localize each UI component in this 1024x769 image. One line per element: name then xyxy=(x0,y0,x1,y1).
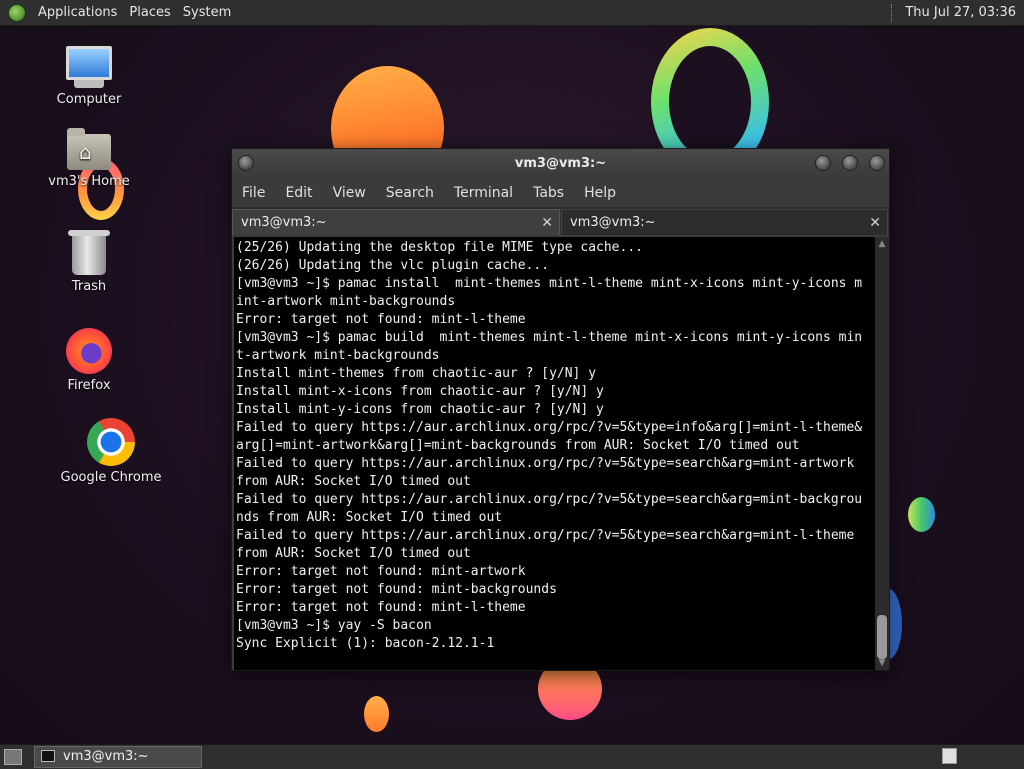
clock[interactable]: Thu Jul 27, 03:36 xyxy=(905,5,1024,20)
menu-terminal[interactable]: Terminal xyxy=(444,185,523,201)
terminal-icon xyxy=(41,750,55,762)
scroll-up-icon[interactable]: ▲ xyxy=(875,237,889,251)
menu-logo-icon[interactable] xyxy=(8,3,26,22)
terminal-line: int-artwork mint-backgrounds xyxy=(236,294,456,309)
taskbar-item-label: vm3@vm3:~ xyxy=(63,749,149,764)
menu-tabs[interactable]: Tabs xyxy=(523,185,574,201)
system-menu[interactable]: System xyxy=(177,0,237,25)
terminal-output[interactable]: (25/26) Updating the desktop file MIME t… xyxy=(234,237,875,670)
tab-close-icon[interactable]: ✕ xyxy=(869,210,881,236)
desktop-icon-label: vm3's Home xyxy=(48,174,130,189)
terminal-line: Install mint-x-icons from chaotic-aur ? … xyxy=(236,384,604,399)
terminal-line: Error: target not found: mint-l-theme xyxy=(236,600,526,615)
menu-file[interactable]: File xyxy=(232,185,275,201)
scrollbar-thumb[interactable] xyxy=(877,615,887,659)
terminal-scrollbar[interactable]: ▲ ▼ xyxy=(875,237,889,670)
terminal-tabbar: vm3@vm3:~ ✕ vm3@vm3:~ ✕ xyxy=(232,207,889,235)
taskbar-item-terminal[interactable]: vm3@vm3:~ xyxy=(34,746,202,768)
tab-2[interactable]: vm3@vm3:~ ✕ xyxy=(561,209,888,235)
terminal-line: Failed to query https://aur.archlinux.or… xyxy=(236,492,863,507)
desktop-icon-label: Computer xyxy=(56,92,122,107)
bottom-panel: vm3@vm3:~ xyxy=(0,744,1024,769)
window-titlebar[interactable]: vm3@vm3:~ xyxy=(232,149,889,179)
terminal-line: Failed to query https://aur.archlinux.or… xyxy=(236,420,863,435)
terminal-menubar: File Edit View Search Terminal Tabs Help xyxy=(232,179,889,207)
maximize-icon[interactable] xyxy=(842,155,858,171)
menu-edit[interactable]: Edit xyxy=(275,185,322,201)
terminal-text: (25/26) Updating the desktop file MIME t… xyxy=(234,237,875,653)
terminal-line: Error: target not found: mint-l-theme xyxy=(236,312,526,327)
minimize-icon[interactable] xyxy=(815,155,831,171)
terminal-line: Error: target not found: mint-background… xyxy=(236,582,557,597)
terminal-line: nds from AUR: Socket I/O timed out xyxy=(236,510,503,525)
menu-help[interactable]: Help xyxy=(574,185,626,201)
workspace-switcher[interactable] xyxy=(942,748,957,764)
terminal-line: Error: target not found: mint-artwork xyxy=(236,564,526,579)
tab-1[interactable]: vm3@vm3:~ ✕ xyxy=(232,209,560,235)
terminal-line: Sync Explicit (1): bacon-2.12.1-1 xyxy=(236,636,495,651)
terminal-line: [vm3@vm3 ~]$ pamac install mint-themes m… xyxy=(236,276,863,291)
desktop-icon-chrome[interactable]: Google Chrome xyxy=(56,418,166,485)
home-folder-icon: ⌂ xyxy=(67,128,111,170)
desktop-icon-home[interactable]: ⌂ vm3's Home xyxy=(34,128,144,189)
wallpaper-green-shape xyxy=(908,497,935,532)
terminal-line: Install mint-y-icons from chaotic-aur ? … xyxy=(236,402,604,417)
desktop-icon-label: Trash xyxy=(71,279,107,294)
scroll-down-icon[interactable]: ▼ xyxy=(875,656,889,670)
top-panel: Applications Places System Thu Jul 27, 0… xyxy=(0,0,1024,26)
desktop-icon-label: Firefox xyxy=(67,378,111,393)
terminal-line: arg[]=mint-artwork&arg[]=mint-background… xyxy=(236,438,800,453)
firefox-icon xyxy=(66,328,112,374)
tab-label: vm3@vm3:~ xyxy=(570,215,656,230)
desktop-icon-label: Google Chrome xyxy=(60,470,162,485)
desktop-icon-computer[interactable]: Computer xyxy=(34,46,144,107)
window-title: vm3@vm3:~ xyxy=(514,156,607,171)
close-icon[interactable] xyxy=(869,155,885,171)
tab-label: vm3@vm3:~ xyxy=(241,215,327,230)
menu-search[interactable]: Search xyxy=(376,185,444,201)
terminal-line: (25/26) Updating the desktop file MIME t… xyxy=(236,240,643,255)
terminal-line: t-artwork mint-backgrounds xyxy=(236,348,440,363)
show-desktop-icon[interactable] xyxy=(4,749,22,765)
terminal-line: from AUR: Socket I/O timed out xyxy=(236,474,471,489)
tab-close-icon[interactable]: ✕ xyxy=(541,210,553,236)
terminal-line: Failed to query https://aur.archlinux.or… xyxy=(236,528,855,543)
terminal-line: from AUR: Socket I/O timed out xyxy=(236,546,471,561)
desktop-icon-trash[interactable]: Trash xyxy=(34,230,144,294)
terminal-window[interactable]: vm3@vm3:~ File Edit View Search Terminal… xyxy=(231,148,890,671)
places-menu[interactable]: Places xyxy=(123,0,176,25)
panel-separator xyxy=(891,3,895,22)
desktop-icon-firefox[interactable]: Firefox xyxy=(34,328,144,393)
computer-icon xyxy=(66,46,112,88)
trash-icon xyxy=(68,230,110,275)
terminal-line: [vm3@vm3 ~]$ pamac build mint-themes min… xyxy=(236,330,863,345)
terminal-line: Failed to query https://aur.archlinux.or… xyxy=(236,456,855,471)
terminal-line: (26/26) Updating the vlc plugin cache... xyxy=(236,258,550,273)
wallpaper-orange-small-shape xyxy=(364,696,389,732)
applications-menu[interactable]: Applications xyxy=(32,0,123,25)
menu-view[interactable]: View xyxy=(323,185,376,201)
chrome-icon xyxy=(87,418,135,466)
terminal-line: Install mint-themes from chaotic-aur ? [… xyxy=(236,366,597,381)
terminal-line: [vm3@vm3 ~]$ yay -S bacon xyxy=(236,618,432,633)
